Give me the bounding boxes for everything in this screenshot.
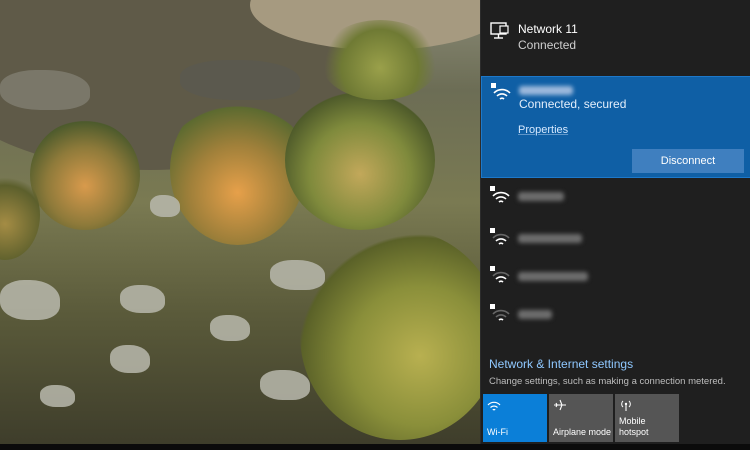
wifi-secured-icon: [490, 186, 510, 203]
network-settings-description: Change settings, such as making a connec…: [489, 376, 726, 387]
airplane-mode-tile-label: Airplane mode: [553, 427, 612, 437]
airplane-mode-tile[interactable]: Airplane mode: [549, 394, 613, 442]
selected-wifi-network-status: Connected, secured: [519, 97, 627, 111]
wallpaper-rock: [120, 285, 165, 313]
ethernet-monitor-icon: [490, 22, 509, 39]
wifi-network-item[interactable]: [481, 298, 750, 338]
wallpaper-plant: [320, 20, 440, 100]
wifi-network-name: [518, 272, 588, 281]
wifi-network-item[interactable]: [481, 222, 750, 262]
wifi-network-item[interactable]: [481, 180, 750, 220]
wifi-secured-icon: [491, 83, 511, 100]
ethernet-network-item[interactable]: Network 11 Connected: [481, 0, 750, 70]
properties-link[interactable]: Properties: [518, 124, 568, 136]
wifi-secured-icon: [490, 228, 510, 245]
network-internet-settings-link[interactable]: Network & Internet settings: [489, 357, 633, 371]
wallpaper-rock: [0, 280, 60, 320]
disconnect-button[interactable]: Disconnect: [632, 149, 744, 173]
ethernet-network-status: Connected: [518, 38, 577, 52]
wifi-network-name: [518, 310, 552, 319]
wifi-icon: [487, 401, 501, 411]
selected-wifi-network-name: [519, 86, 573, 95]
wallpaper-rock: [180, 60, 300, 100]
wifi-toggle-tile[interactable]: Wi-Fi: [483, 394, 547, 442]
wallpaper-rock: [210, 315, 250, 341]
wifi-network-item[interactable]: [481, 260, 750, 300]
wifi-secured-icon: [490, 266, 510, 283]
wallpaper-rock: [270, 260, 325, 290]
wallpaper-rock: [0, 70, 90, 110]
mobile-hotspot-tile[interactable]: Mobile hotspot: [615, 394, 679, 442]
wallpaper-rock: [110, 345, 150, 373]
wallpaper-plant: [300, 230, 500, 440]
wifi-network-name: [518, 192, 564, 201]
wifi-network-name: [518, 234, 582, 243]
wallpaper-rock: [260, 370, 310, 400]
wallpaper-plant: [170, 95, 305, 245]
wifi-tile-label: Wi-Fi: [487, 427, 508, 437]
taskbar: [0, 444, 750, 450]
wallpaper-plant: [30, 120, 140, 230]
wallpaper-plant: [285, 90, 435, 230]
ethernet-network-name: Network 11: [518, 22, 578, 36]
selected-wifi-network-item[interactable]: Connected, secured Properties Disconnect: [481, 76, 750, 178]
wallpaper-rock: [40, 385, 75, 407]
airplane-icon: [554, 399, 566, 411]
wifi-secured-icon: [490, 304, 510, 321]
network-flyout: Network 11 Connected Connected, secured …: [480, 0, 750, 444]
hotspot-icon: [621, 400, 631, 411]
wallpaper-rock: [150, 195, 180, 217]
mobile-hotspot-tile-label: Mobile hotspot: [619, 416, 649, 437]
